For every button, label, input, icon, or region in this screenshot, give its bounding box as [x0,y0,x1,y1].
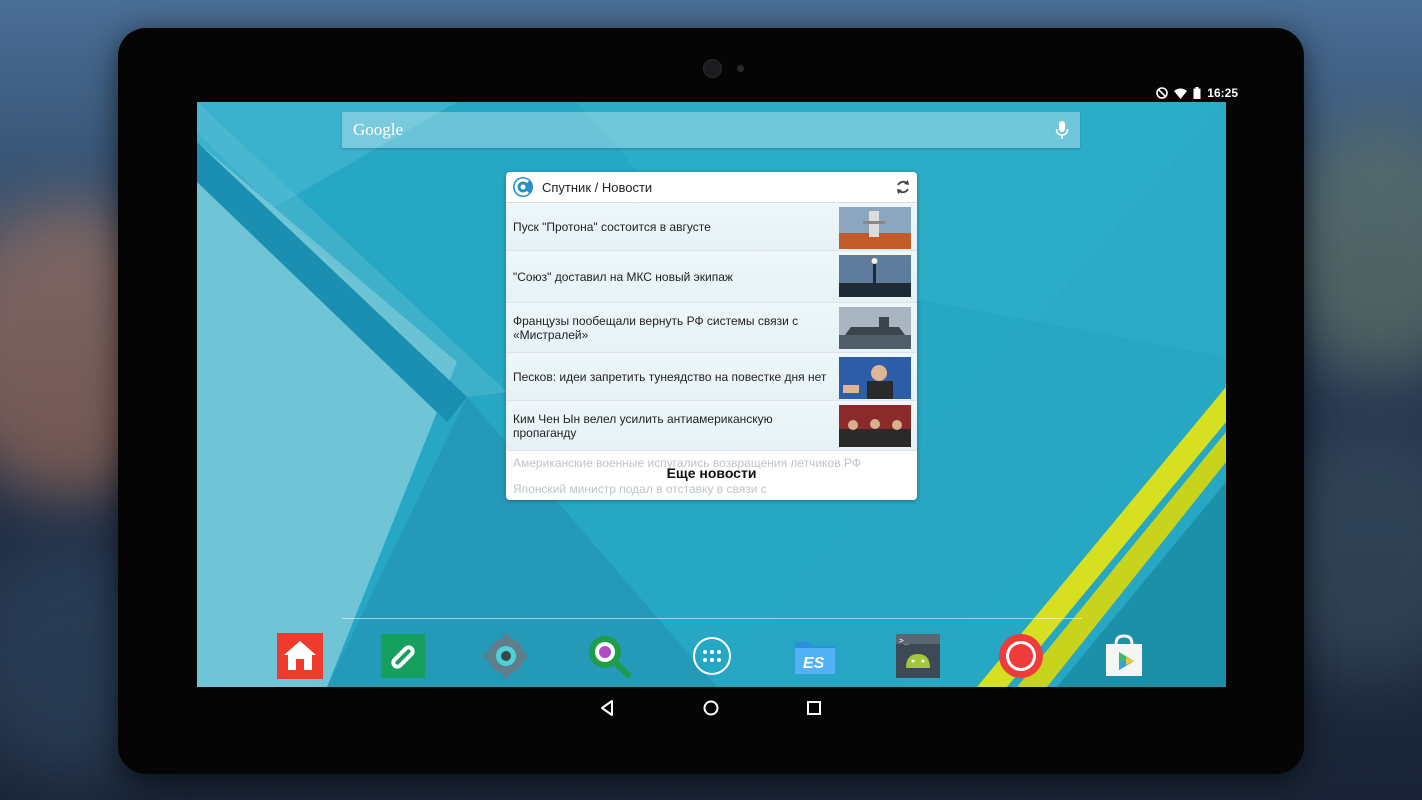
settings-gear-icon[interactable] [482,632,530,680]
dock-divider [342,618,1082,619]
news-thumbnail [839,307,911,349]
news-item[interactable]: "Союз" доставил на МКС новый экипаж [506,251,917,303]
home-screen: Google Спутник / Новости Пуск "Протона" … [197,102,1226,687]
google-logo: Google [353,120,404,139]
more-news-button[interactable]: Еще новости [667,465,757,481]
news-thumbnail [839,405,911,447]
svg-text:ES: ES [803,655,825,672]
news-widget: Спутник / Новости Пуск "Протона" состоит… [506,172,917,500]
news-thumbnail [839,207,911,249]
news-item[interactable]: Французы пообещали вернуть РФ системы св… [506,303,917,353]
news-headline: "Союз" доставил на МКС новый экипаж [513,269,733,284]
news-item[interactable]: Пуск "Протона" состоится в августе [506,203,917,251]
do-not-disturb-icon [1156,87,1169,99]
news-headline: Французы пообещали вернуть РФ системы св… [513,313,799,342]
clock: 16:25 [1207,86,1238,100]
news-headline: Песков: идеи запретить тунеядство на пов… [513,369,827,384]
news-headline: Пуск "Протона" состоится в августе [513,219,711,234]
news-item[interactable]: Ким Чен Ын велел усилить антиамериканску… [506,401,917,451]
front-camera [703,59,722,78]
android-terminal-icon[interactable]: >_ [894,632,942,680]
app-drawer-icon[interactable] [688,632,736,680]
widget-header: Спутник / Новости [506,172,917,203]
wifi-icon [1174,88,1188,99]
faded-news-headline: Японский министр подал в отставку в связ… [513,482,767,496]
news-thumbnail [839,255,911,297]
back-icon[interactable] [598,698,618,718]
more-news-area: Американские военные испугались возвраще… [506,454,917,500]
battery-icon [1193,87,1201,99]
recents-icon[interactable] [804,698,824,718]
sputnik-logo-icon [512,176,534,198]
widget-title: Спутник / Новости [542,179,653,195]
news-headline: Ким Чен Ын велел усилить антиамериканску… [513,411,773,440]
status-bar: 16:25 [1138,84,1238,102]
refresh-icon[interactable] [895,179,911,195]
record-button-icon[interactable] [997,632,1045,680]
tablet-frame: 16:25 Google Спутник / Новости Пуск "Про… [118,28,1304,774]
gear-search-icon[interactable] [585,632,633,680]
news-thumbnail [839,357,911,399]
light-sensor [737,65,744,72]
mic-icon[interactable] [1054,120,1070,140]
news-item[interactable]: Песков: идеи запретить тунеядство на пов… [506,353,917,401]
home-launcher-icon[interactable] [276,632,324,680]
play-store-icon[interactable] [1100,632,1148,680]
link-app-icon[interactable] [379,632,427,680]
es-file-explorer-icon[interactable]: ES [791,632,839,680]
svg-text:>_: >_ [899,636,909,645]
navigation-bar [118,690,1304,720]
home-icon[interactable] [701,698,721,718]
google-search-bar[interactable]: Google [342,112,1080,148]
